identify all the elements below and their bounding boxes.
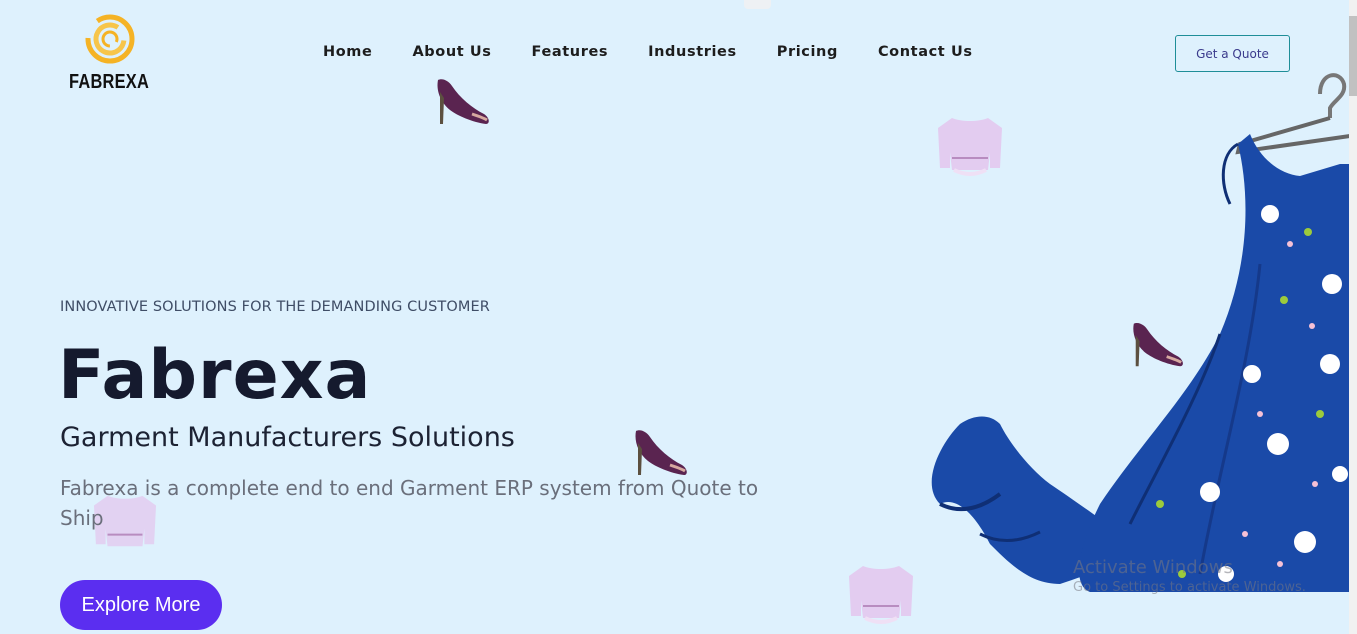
- nav-about-us[interactable]: About Us: [412, 44, 491, 60]
- hero-title: Fabrexa: [58, 336, 372, 415]
- nav-features[interactable]: Features: [532, 44, 609, 60]
- high-heel-icon: [635, 430, 687, 475]
- hero-description: Fabrexa is a complete end to end Garment…: [60, 476, 759, 530]
- top-tab: [744, 0, 771, 9]
- page: FABREXA Home About Us Features Industrie…: [0, 0, 1357, 634]
- brand-name: FABREXA: [69, 71, 150, 93]
- logo-swirl-icon: [85, 14, 135, 64]
- brand-logo[interactable]: FABREXA: [68, 12, 158, 96]
- dress-illustration: [931, 73, 1350, 592]
- nav-industries[interactable]: Industries: [648, 44, 737, 60]
- hero-subtitle: Garment Manufacturers Solutions: [60, 422, 515, 453]
- nav-home[interactable]: Home: [323, 44, 372, 60]
- page-scrollbar[interactable]: [1349, 0, 1357, 634]
- blouse-icon: [849, 566, 913, 624]
- scrollbar-thumb[interactable]: [1349, 16, 1357, 96]
- main-nav: Home About Us Features Industries Pricin…: [323, 44, 1013, 60]
- explore-more-button[interactable]: Explore More: [60, 580, 222, 630]
- high-heel-icon: [437, 79, 489, 124]
- activate-windows-subtitle: Go to Settings to activate Windows.: [1073, 580, 1306, 595]
- activate-windows-watermark: Activate Windows Go to Settings to activ…: [1073, 557, 1306, 595]
- hero-eyebrow: INNOVATIVE SOLUTIONS FOR THE DEMANDING C…: [60, 299, 490, 315]
- activate-windows-title: Activate Windows: [1073, 557, 1233, 578]
- nav-contact-us[interactable]: Contact Us: [878, 44, 973, 60]
- nav-pricing[interactable]: Pricing: [777, 44, 838, 60]
